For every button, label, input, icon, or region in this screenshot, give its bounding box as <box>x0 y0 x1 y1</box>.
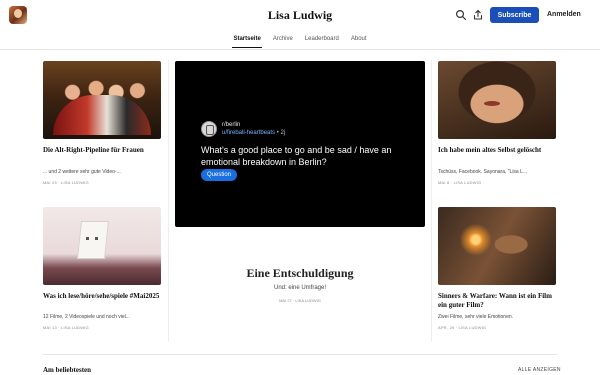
post-title[interactable]: Die Alt-Right-Pipeline für Frauen <box>43 146 161 155</box>
post-title[interactable]: Was ich lese/höre/sehe/spiele #Mai2025 <box>43 292 161 301</box>
tab-archive[interactable]: Archive <box>272 34 294 48</box>
post-subtitle: Tschüss, Facebook. Sayonara, "Lisa L... <box>438 169 528 175</box>
login-link[interactable]: Anmelden <box>547 11 581 18</box>
featured-subtitle: Und: eine Umfrage! <box>273 285 327 291</box>
post-subtitle: Zwei Filme, sehr viele Emotionen. <box>438 314 514 320</box>
main-nav: Startseite Archive Leaderboard About <box>0 34 600 48</box>
search-icon[interactable] <box>455 9 467 21</box>
post-title[interactable]: Sinners & Warfare: Wann ist ein Film ein… <box>438 292 556 310</box>
featured-title[interactable]: Eine Entschuldigung <box>175 266 425 281</box>
popular-heading: Am beliebtesten <box>43 366 92 374</box>
subscribe-button[interactable]: Subscribe <box>490 7 539 23</box>
subreddit-avatar <box>201 121 217 137</box>
post-subtitle: 12 Filme, 2 Videospiele und noch viel... <box>43 314 130 320</box>
column-divider <box>168 60 169 342</box>
column-divider <box>431 60 432 342</box>
post-subtitle: ... und 2 weitere sehr gute Video-... <box>43 169 121 175</box>
tab-leaderboard[interactable]: Leaderboard <box>304 34 340 48</box>
reddit-post-title[interactable]: What's a good place to go and be sad / h… <box>201 144 411 168</box>
post-thumbnail[interactable] <box>438 207 556 285</box>
tab-about[interactable]: About <box>350 34 368 48</box>
nav-divider <box>0 49 600 50</box>
show-all-link[interactable]: ALLE ANZEIGEN <box>518 367 561 373</box>
post-meta: MAI 6 · LISA LUDWIG <box>438 180 482 185</box>
featured-meta: MAI 27 · LISA LUDWIG <box>279 298 321 303</box>
post-title[interactable]: Ich habe mein altes Selbst gelöscht <box>438 146 556 155</box>
post-meta: APR. 29 · LISA LUDWIG <box>438 325 487 330</box>
post-meta: MAI 13 · LISA LUDWIG <box>43 325 89 330</box>
reddit-user[interactable]: u/fireball-heartbeats • 2j <box>222 130 285 136</box>
post-thumbnail[interactable] <box>43 61 161 139</box>
post-thumbnail[interactable] <box>438 61 556 139</box>
site-header: Lisa Ludwig Subscribe Anmelden <box>0 0 600 30</box>
section-divider <box>43 354 557 355</box>
post-age: • 2j <box>275 130 286 136</box>
post-meta: MAI 25 · LISA LUDWIG <box>43 180 89 185</box>
reddit-username[interactable]: u/fireball-heartbeats <box>222 130 275 136</box>
post-flair: Question <box>201 169 238 181</box>
subreddit-name[interactable]: r/berlin <box>222 122 240 128</box>
tab-home[interactable]: Startseite <box>232 34 262 48</box>
post-thumbnail[interactable] <box>43 207 161 285</box>
share-icon[interactable] <box>472 9 484 21</box>
